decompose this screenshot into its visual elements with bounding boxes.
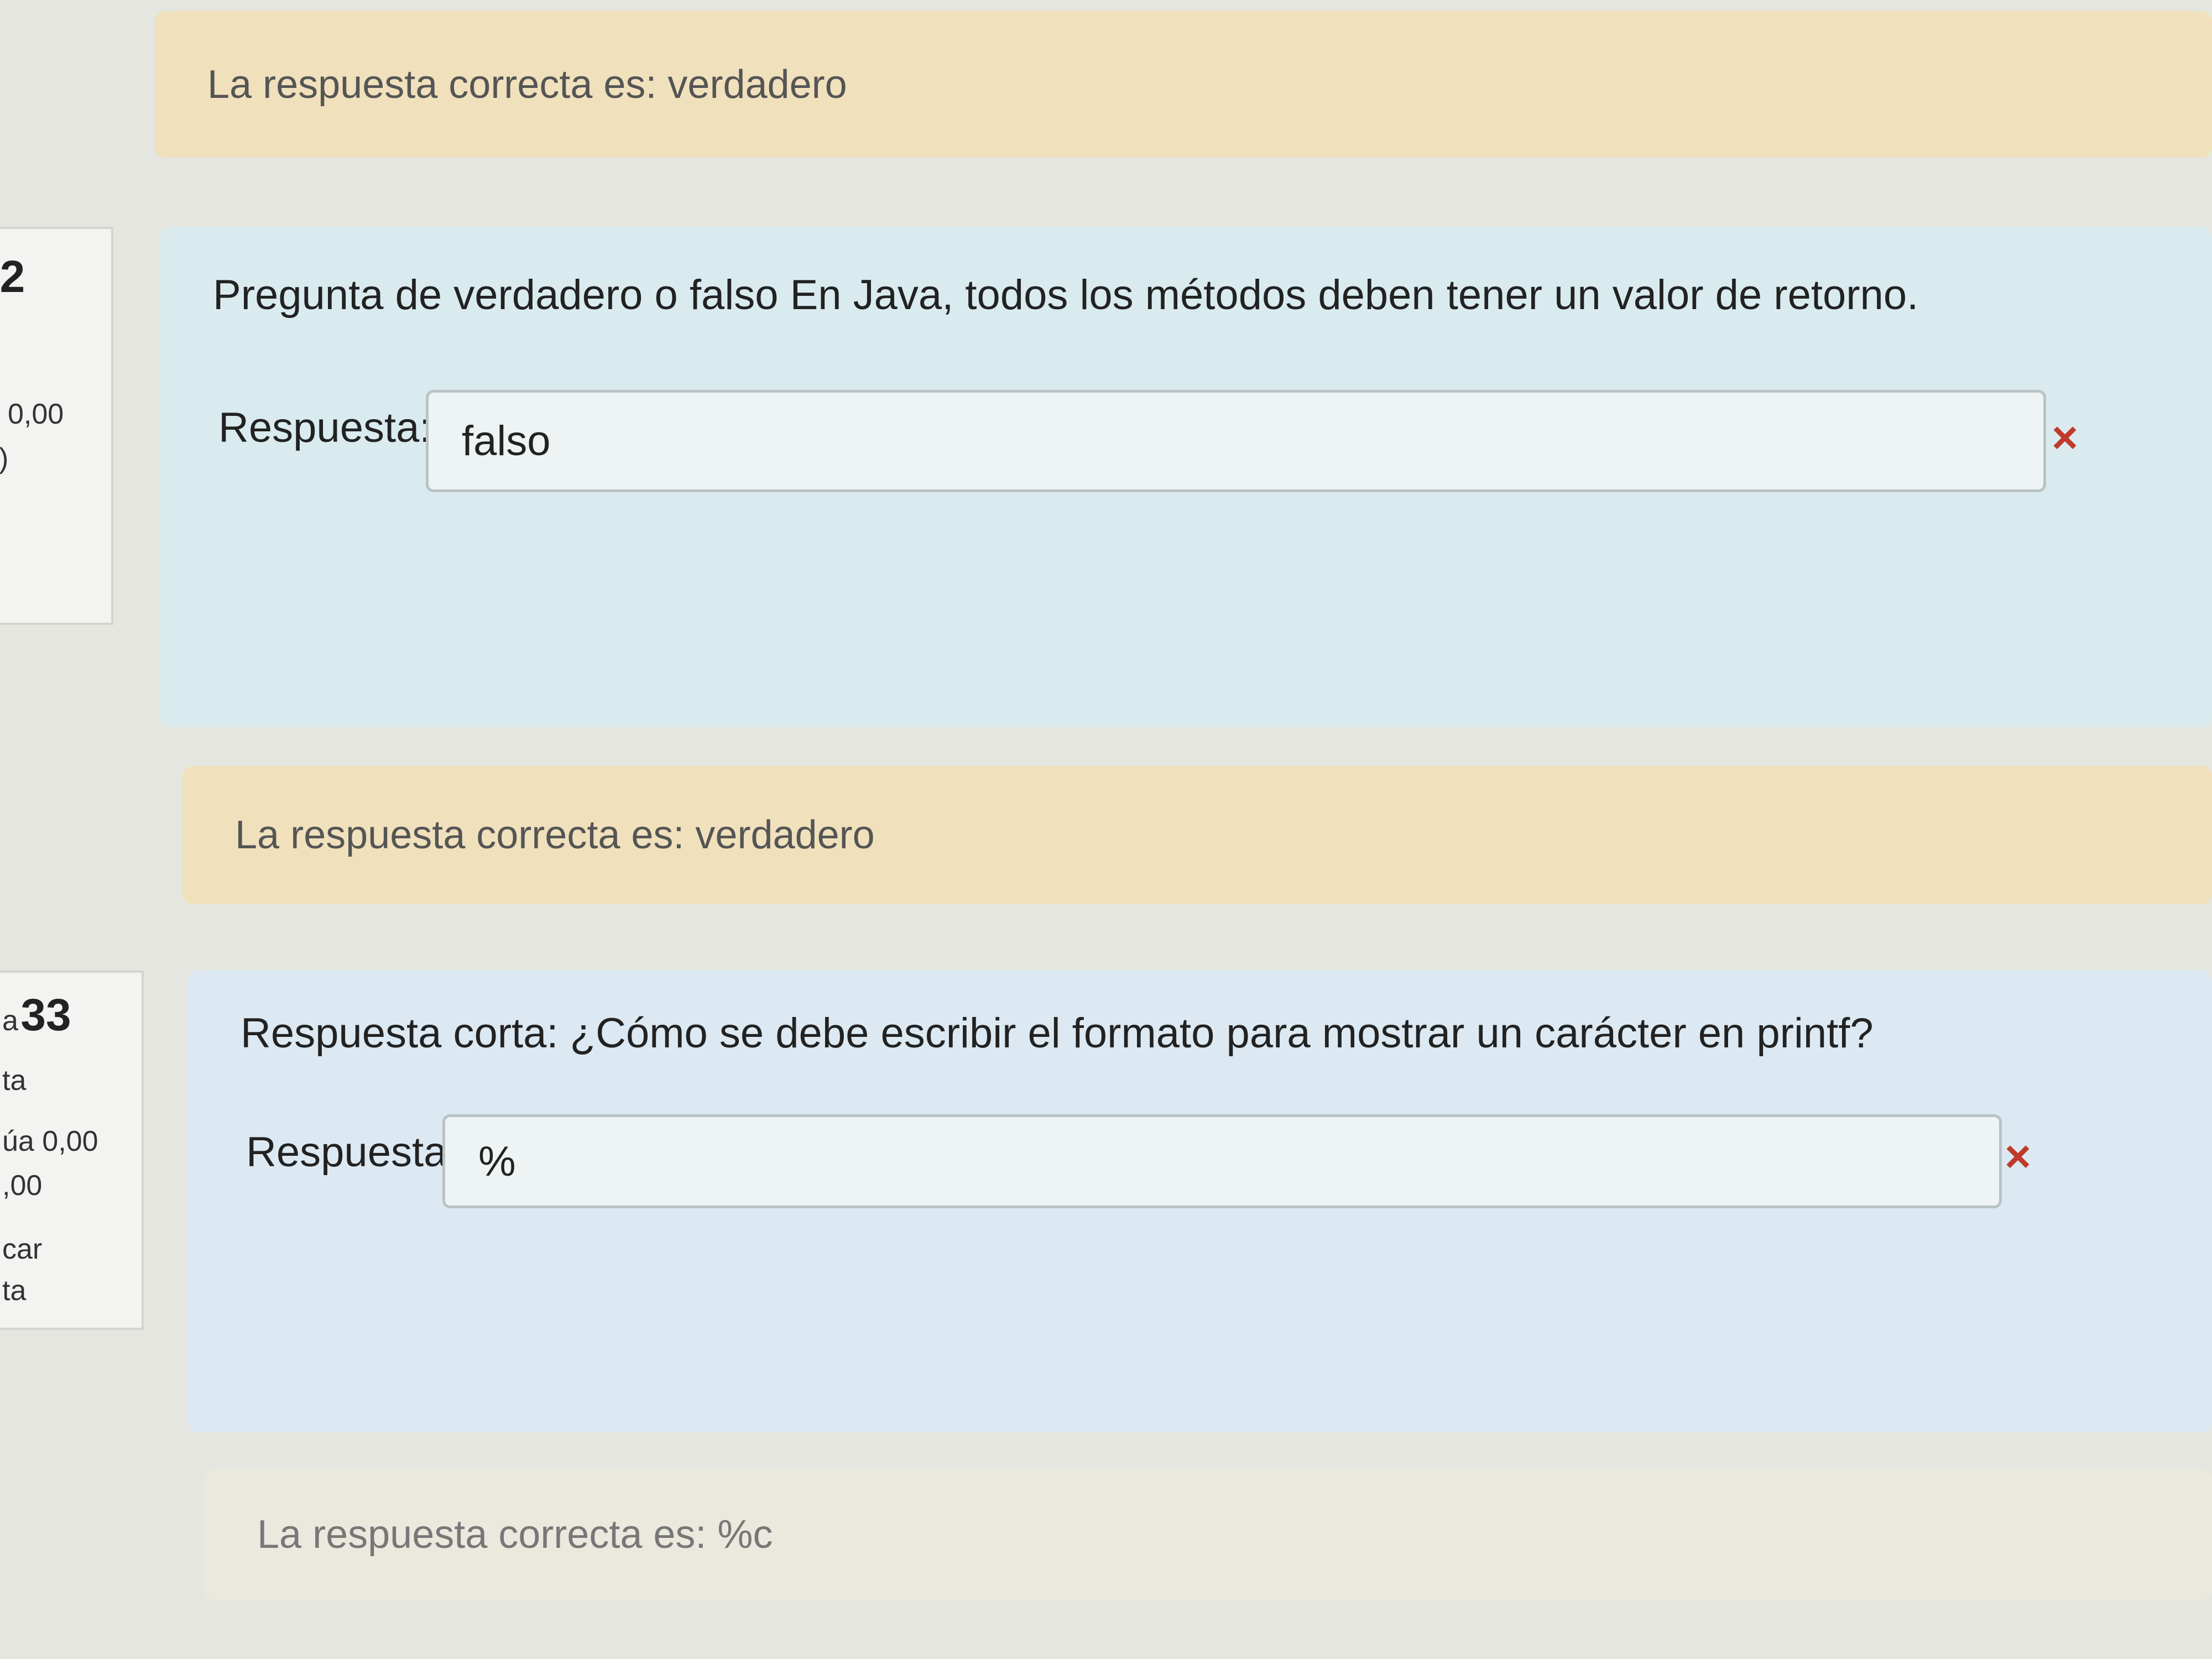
question-info-33: a 33 ta úa 0,00 ,00 car ta — [0, 971, 144, 1330]
answer-label: Respuesta: — [246, 1129, 459, 1176]
question-formulation-32: Pregunta de verdadero o falso En Java, t… — [160, 227, 2212, 727]
correct-answer-text: La respuesta correcta es: verdadero — [207, 62, 847, 107]
answer-label: Respuesta: — [218, 404, 431, 451]
answer-input[interactable]: falso — [426, 390, 2046, 492]
question-info-32: 32 0,00 ) — [0, 227, 113, 625]
correct-answer-text: La respuesta correcta es: %c — [257, 1512, 773, 1557]
incorrect-x-icon: × — [2052, 413, 2078, 463]
question-number: 32 — [0, 252, 25, 302]
question-number-line: a 33 — [2, 989, 71, 1041]
answer-value: % — [478, 1138, 516, 1185]
answer-input[interactable]: % — [442, 1114, 2002, 1208]
feedback-box-32: La respuesta correcta es: verdadero — [182, 766, 2212, 904]
flag-question-link-2[interactable]: ta — [2, 1274, 26, 1307]
incorrect-x-icon: × — [2005, 1131, 2031, 1182]
question-formulation-33: Respuesta corta: ¿Cómo se debe escribir … — [188, 971, 2212, 1432]
question-text: Respuesta corta: ¿Cómo se debe escribir … — [241, 1010, 1874, 1057]
question-text: Pregunta de verdadero o falso En Java, t… — [213, 272, 1919, 319]
question-score: 0,00 — [8, 398, 64, 430]
feedback-box-33: La respuesta correcta es: %c — [205, 1468, 2212, 1601]
question-score: úa 0,00 — [2, 1125, 98, 1157]
correct-answer-text: La respuesta correcta es: verdadero — [235, 813, 875, 857]
flag-question-link[interactable]: car — [2, 1233, 42, 1266]
question-info-extra: ) — [0, 442, 8, 475]
question-status: ta — [2, 1065, 27, 1097]
question-number: 33 — [20, 990, 71, 1040]
feedback-box-previous: La respuesta correcta es: verdadero — [155, 11, 2212, 158]
question-prefix: a — [2, 1005, 18, 1037]
answer-value: falso — [462, 418, 551, 465]
question-max-score: ,00 — [2, 1170, 43, 1202]
